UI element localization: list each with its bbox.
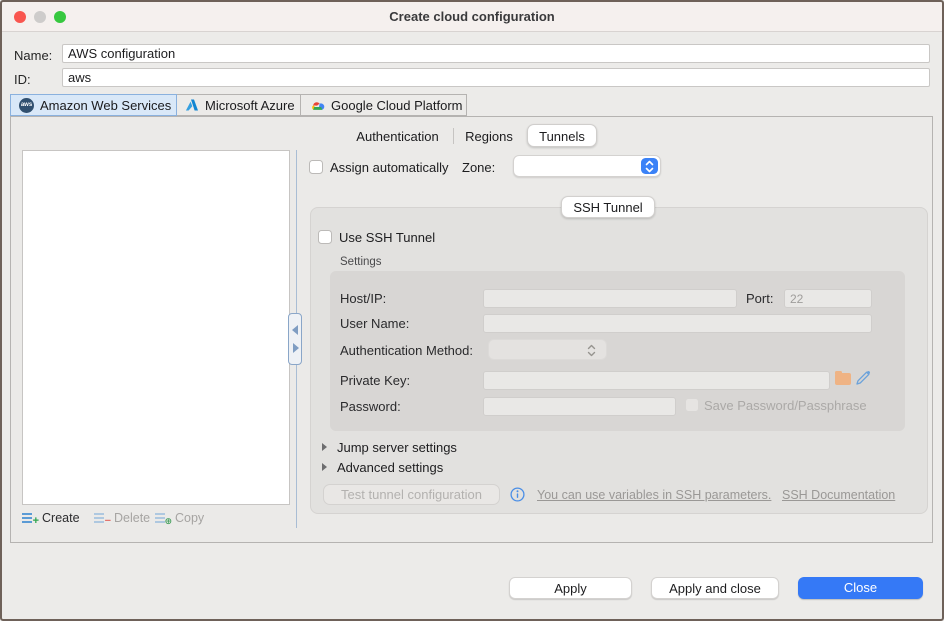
copy-list-icon: ⊕ bbox=[155, 512, 171, 524]
host-ip-label: Host/IP: bbox=[340, 291, 386, 306]
delete-label: Delete bbox=[114, 511, 150, 525]
apply-and-close-button[interactable]: Apply and close bbox=[651, 577, 779, 599]
tab-google-cloud-platform[interactable]: Google Cloud Platform bbox=[300, 94, 467, 116]
ssh-documentation-link[interactable]: SSH Documentation bbox=[782, 488, 895, 502]
password-label: Password: bbox=[340, 399, 401, 414]
edit-pencil-icon[interactable] bbox=[855, 369, 872, 386]
advanced-disclosure-icon[interactable] bbox=[322, 463, 327, 471]
tab-regions[interactable]: Regions bbox=[458, 126, 520, 147]
dropdown-stepper-icon bbox=[641, 158, 658, 174]
window-title: Create cloud configuration bbox=[2, 9, 942, 24]
settings-title: Settings bbox=[340, 256, 382, 268]
save-password-label: Save Password/Passphrase bbox=[704, 398, 867, 413]
aws-icon: aws bbox=[19, 98, 34, 113]
gcp-icon bbox=[309, 99, 325, 112]
advanced-settings-label[interactable]: Advanced settings bbox=[337, 460, 443, 475]
copy-button[interactable]: ⊕ Copy bbox=[155, 510, 204, 526]
ssh-variables-hint-link[interactable]: You can use variables in SSH parameters. bbox=[537, 488, 771, 502]
tab-label: Amazon Web Services bbox=[40, 98, 171, 113]
tab-tunnels[interactable]: Tunnels bbox=[527, 124, 597, 147]
private-key-input[interactable] bbox=[483, 371, 830, 390]
dropdown-chevrons-icon bbox=[587, 344, 596, 357]
host-ip-input[interactable] bbox=[483, 289, 737, 308]
minus-icon: − bbox=[105, 516, 111, 527]
splitter-collapse-handle[interactable] bbox=[288, 313, 302, 365]
title-bar: Create cloud configuration bbox=[2, 2, 942, 32]
tab-label: Microsoft Azure bbox=[205, 98, 295, 113]
zone-label: Zone: bbox=[462, 160, 495, 175]
authentication-method-label: Authentication Method: bbox=[340, 343, 473, 358]
use-ssh-tunnel-checkbox[interactable] bbox=[318, 230, 332, 244]
user-name-input[interactable] bbox=[483, 314, 872, 333]
delete-button[interactable]: − Delete bbox=[94, 510, 150, 526]
id-input[interactable] bbox=[62, 68, 930, 87]
tab-amazon-web-services[interactable]: aws Amazon Web Services bbox=[10, 94, 177, 116]
close-button[interactable]: Close bbox=[798, 577, 923, 599]
collapse-left-icon bbox=[292, 325, 298, 335]
zone-dropdown[interactable] bbox=[513, 155, 661, 177]
delete-list-icon: − bbox=[94, 512, 110, 524]
plus-icon: + bbox=[33, 516, 39, 527]
save-password-checkbox[interactable] bbox=[685, 398, 699, 412]
assign-automatically-label: Assign automatically bbox=[330, 160, 449, 175]
copy-label: Copy bbox=[175, 511, 204, 525]
tab-microsoft-azure[interactable]: Microsoft Azure bbox=[176, 94, 301, 116]
collapse-right-icon bbox=[293, 343, 299, 353]
create-cloud-configuration-dialog: Create cloud configuration Name: ID: aws… bbox=[0, 0, 944, 621]
tab-label: Google Cloud Platform bbox=[331, 98, 463, 113]
id-label: ID: bbox=[14, 72, 31, 87]
authentication-method-dropdown[interactable] bbox=[488, 339, 607, 360]
name-input[interactable] bbox=[62, 44, 930, 63]
password-input[interactable] bbox=[483, 397, 676, 416]
segment-divider bbox=[453, 128, 454, 144]
jump-server-disclosure-icon[interactable] bbox=[322, 443, 327, 451]
use-ssh-tunnel-label: Use SSH Tunnel bbox=[339, 230, 435, 245]
info-icon bbox=[510, 487, 525, 502]
create-list-icon: + bbox=[22, 512, 38, 524]
azure-icon bbox=[185, 98, 199, 112]
cloud-instances-list[interactable] bbox=[22, 150, 290, 505]
plus-circle-icon: ⊕ bbox=[164, 516, 172, 527]
apply-button[interactable]: Apply bbox=[509, 577, 632, 599]
tab-authentication[interactable]: Authentication bbox=[345, 126, 450, 147]
port-input[interactable] bbox=[784, 289, 872, 308]
assign-automatically-checkbox[interactable] bbox=[309, 160, 323, 174]
user-name-label: User Name: bbox=[340, 316, 409, 331]
ssh-tunnel-group-title: SSH Tunnel bbox=[561, 196, 655, 218]
aws-icon-text: aws bbox=[21, 102, 32, 108]
browse-folder-icon[interactable] bbox=[835, 373, 851, 385]
port-label: Port: bbox=[746, 291, 773, 306]
create-label: Create bbox=[42, 511, 80, 525]
jump-server-settings-label[interactable]: Jump server settings bbox=[337, 440, 457, 455]
private-key-label: Private Key: bbox=[340, 373, 410, 388]
test-tunnel-configuration-button[interactable]: Test tunnel configuration bbox=[323, 484, 500, 505]
name-label: Name: bbox=[14, 48, 52, 63]
create-button[interactable]: + Create bbox=[22, 510, 80, 526]
